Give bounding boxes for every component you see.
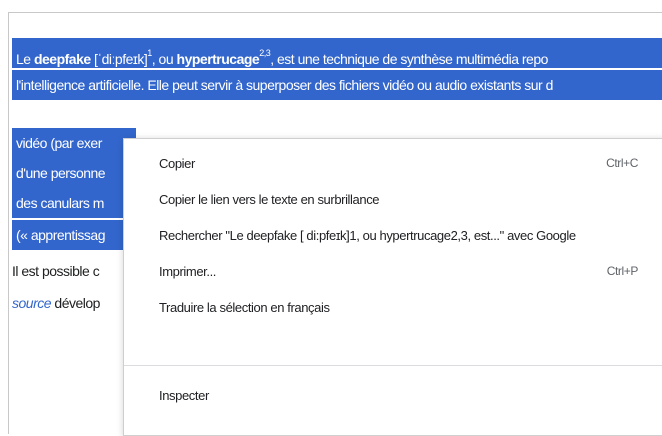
menu-item-copy-link-to-highlight[interactable]: Copier le lien vers le texte en surbrill…	[124, 181, 662, 217]
menu-item-print[interactable]: Imprimer... Ctrl+P	[124, 253, 662, 289]
article-line-3: vidéo (par exer	[12, 128, 136, 158]
article-line-4: d'une personne	[12, 158, 136, 188]
term-deepfake: deepfake	[33, 51, 91, 67]
menu-item-label: Copier	[159, 155, 195, 171]
article-line-2: l'intelligence artificielle. Elle peut s…	[12, 70, 662, 100]
menu-item-label: Copier le lien vers le texte en surbrill…	[159, 191, 380, 207]
pronunciation[interactable]: ˈdiːpfeɪk	[97, 51, 144, 67]
menu-separator	[124, 365, 662, 366]
article-line-1[interactable]: Le deepfake [ˈdiːpfeɪk]1, ou hypertrucag…	[12, 38, 662, 68]
menu-item-label: Imprimer...	[159, 263, 216, 279]
link-source[interactable]: source	[12, 295, 52, 311]
reference-2-3[interactable]: 2,3	[259, 48, 271, 58]
article-line-6: (« apprentissag	[12, 220, 136, 250]
text-fragment: , est une technique de synthèse multiméd…	[270, 51, 548, 67]
term-hypertrucage: hypertrucage	[176, 51, 260, 67]
menu-item-copy[interactable]: Copier Ctrl+C	[124, 145, 662, 181]
context-menu: Copier Ctrl+C Copier le lien vers le tex…	[123, 138, 662, 436]
menu-item-label: Inspecter	[159, 387, 209, 403]
article-line-5: des canulars m	[12, 188, 136, 218]
menu-item-inspect[interactable]: Inspecter	[124, 377, 662, 413]
shortcut-label: Ctrl+P	[606, 264, 639, 278]
menu-item-search-google[interactable]: Rechercher "Le deepfake [ di:pfeɪk]1, ou…	[124, 217, 662, 253]
text-fragment: Le	[16, 51, 34, 67]
menu-item-label: Traduire la sélection en français	[159, 299, 330, 315]
menu-item-translate[interactable]: Traduire la sélection en français	[124, 289, 662, 325]
text-fragment: , ou	[151, 51, 177, 67]
content-border-top	[8, 12, 662, 13]
article-line-7: Il est possible c	[12, 263, 100, 279]
content-border-left	[8, 12, 9, 434]
menu-item-label: Rechercher "Le deepfake [ di:pfeɪk]1, ou…	[159, 227, 576, 243]
text-fragment: dévelop	[51, 295, 100, 311]
shortcut-label: Ctrl+C	[606, 156, 638, 170]
article-line-8: source dévelop	[12, 288, 130, 318]
